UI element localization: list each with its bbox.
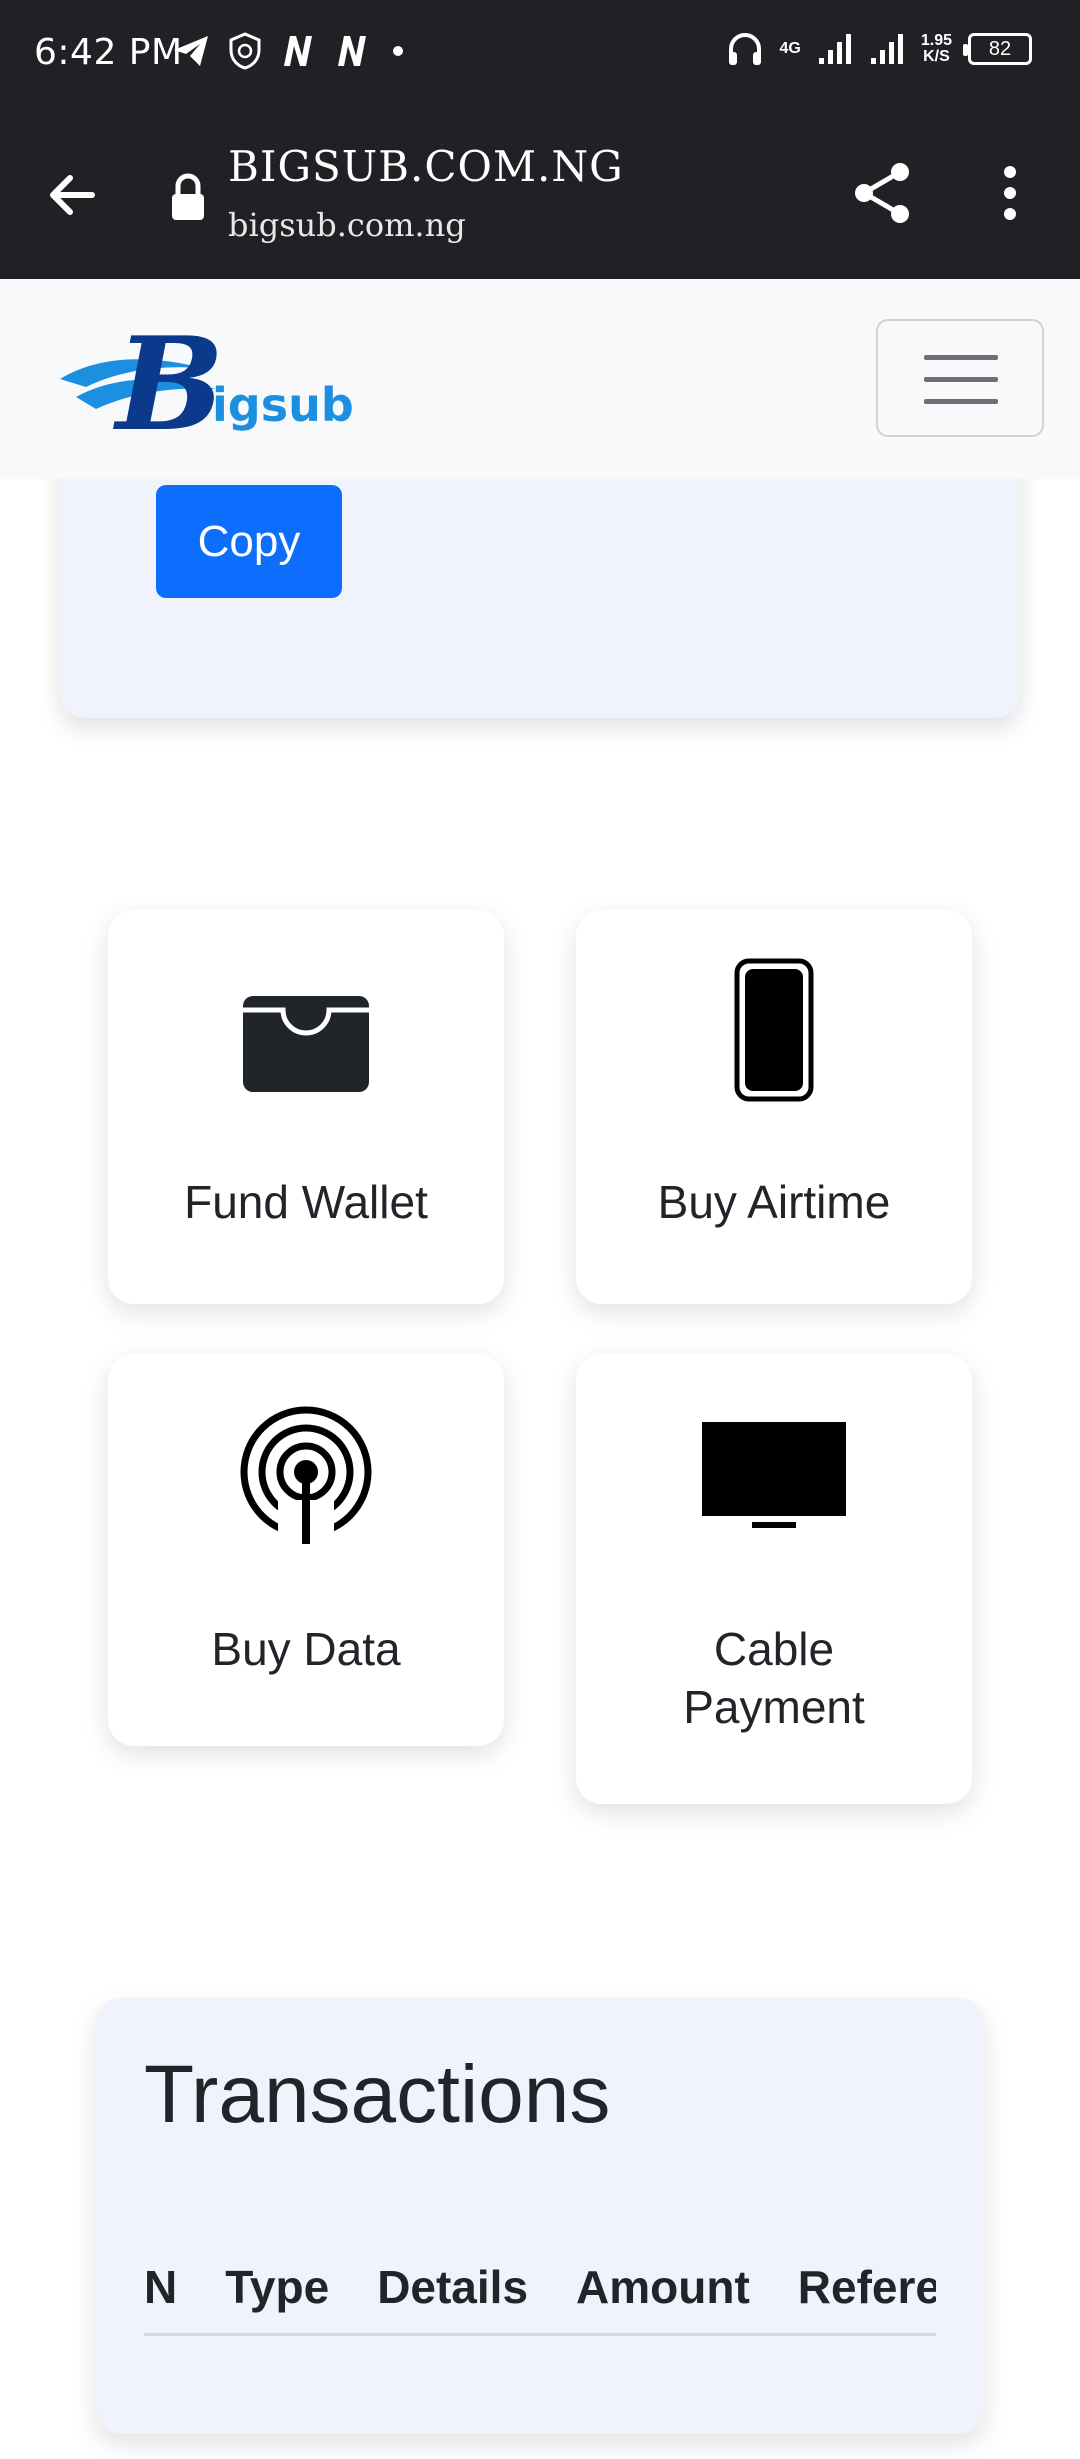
dot-icon	[393, 46, 403, 56]
headphones-icon	[728, 33, 761, 65]
signal-icon	[870, 34, 903, 64]
site-url[interactable]: bigsub.com.ng	[228, 206, 466, 244]
wallet-icon	[243, 996, 369, 1092]
back-arrow-icon[interactable]	[40, 160, 110, 230]
column-header: Type	[225, 2260, 330, 2313]
site-navbar: B igsub	[0, 279, 1080, 479]
transactions-card: Transactions N Type Details Amount Refer…	[96, 1998, 984, 2434]
battery-level: 82	[988, 37, 1012, 60]
notification-icons	[172, 32, 408, 70]
column-header: N	[144, 2260, 178, 2313]
telegram-icon	[174, 36, 208, 66]
column-header: Amount	[576, 2260, 750, 2313]
status-time: 6:42 PM	[34, 32, 183, 73]
tv-icon	[702, 1422, 846, 1528]
share-icon[interactable]	[848, 158, 918, 228]
tile-label: Fund Wallet	[184, 1176, 428, 1228]
shield-icon	[229, 32, 261, 70]
logo-text: igsub	[212, 378, 354, 432]
net-speed-unit: K/S	[923, 48, 950, 65]
broadcast-icon	[240, 1406, 372, 1544]
transactions-title: Transactions	[144, 2049, 611, 2140]
hamburger-line	[924, 377, 998, 382]
hamburger-line	[924, 399, 998, 404]
browser-toolbar: BIGSUB.COM.NG bigsub.com.ng	[0, 110, 1080, 279]
column-header: Details	[377, 2260, 529, 2313]
tile-label: Buy Airtime	[657, 1176, 891, 1228]
net-speed-value: 1.95	[920, 32, 952, 49]
copy-button[interactable]: Copy	[156, 485, 342, 598]
hamburger-icon	[924, 355, 998, 360]
signal-icon	[818, 34, 851, 64]
column-header: Refere	[797, 2260, 936, 2313]
site-title[interactable]: BIGSUB.COM.NG	[228, 142, 624, 191]
fund-wallet-tile[interactable]: Fund Wallet	[108, 910, 504, 1304]
buy-airtime-tile[interactable]: Buy Airtime	[576, 910, 972, 1304]
netflix-n-icon	[338, 36, 366, 66]
lock-icon	[172, 173, 204, 220]
phone-icon	[734, 958, 814, 1102]
bigsub-logo[interactable]: B igsub	[56, 317, 376, 437]
status-bar: 6:42 PM 4G 1.95 K/S 82	[0, 0, 1080, 110]
system-icons: 4G 1.95 K/S 82	[726, 30, 1032, 68]
network-type: 4G	[779, 40, 801, 57]
buy-data-tile[interactable]: Buy Data	[108, 1354, 504, 1746]
transactions-table-header: N Type Details Amount Refere	[144, 2240, 936, 2336]
more-vert-icon[interactable]	[980, 158, 1040, 228]
net-speed: 1.95 K/S	[921, 33, 952, 65]
tile-label: Cable Payment	[683, 1623, 865, 1733]
battery-icon: 82	[963, 33, 1032, 65]
netflix-n-icon	[284, 36, 312, 66]
logo-letter: B	[113, 317, 224, 437]
cable-payment-tile[interactable]: Cable Payment	[576, 1354, 972, 1804]
navbar-toggle-button[interactable]	[876, 319, 1044, 437]
tile-label: Buy Data	[211, 1623, 401, 1675]
